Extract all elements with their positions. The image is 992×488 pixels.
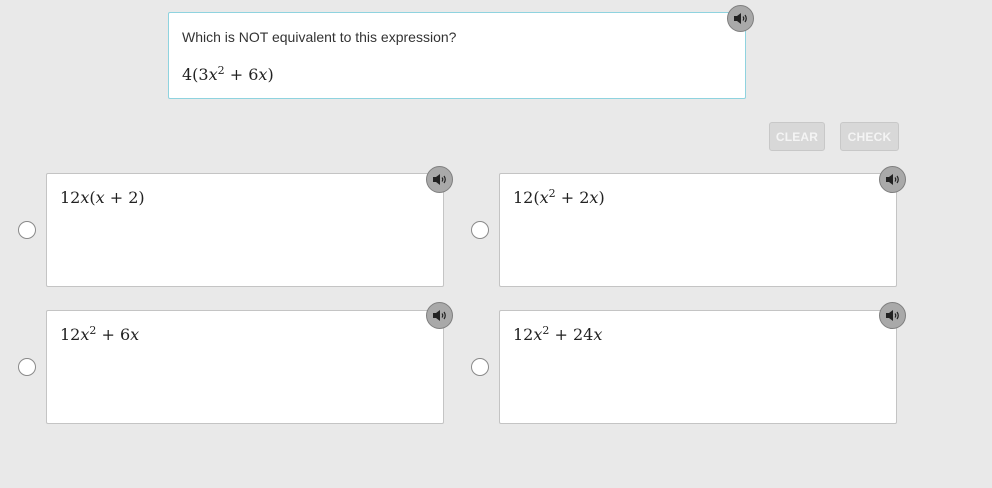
clear-button[interactable]: CLEAR: [769, 122, 825, 151]
speaker-icon: [734, 13, 747, 24]
option-expression-4: 12x2 + 24x: [513, 324, 603, 344]
option-audio-button-4[interactable]: [879, 302, 906, 329]
question-audio-button[interactable]: [727, 5, 754, 32]
option-audio-button-2[interactable]: [879, 166, 906, 193]
option-expression-3: 12x2 + 6x: [60, 324, 140, 344]
option-card-3[interactable]: 12x2 + 6x: [46, 310, 444, 424]
option-expression-2: 12(x2 + 2x): [513, 187, 605, 207]
speaker-icon: [886, 310, 899, 321]
option-radio-3[interactable]: [18, 358, 36, 376]
option-card-1[interactable]: 12x(x + 2): [46, 173, 444, 287]
option-radio-1[interactable]: [18, 221, 36, 239]
option-audio-button-1[interactable]: [426, 166, 453, 193]
question-expression: 4(3x2 + 6x): [182, 64, 274, 84]
option-card-4[interactable]: 12x2 + 24x: [499, 310, 897, 424]
check-button[interactable]: CHECK: [840, 122, 899, 151]
speaker-icon: [433, 174, 446, 185]
option-card-2[interactable]: 12(x2 + 2x): [499, 173, 897, 287]
question-prompt: Which is NOT equivalent to this expressi…: [182, 29, 457, 45]
speaker-icon: [886, 174, 899, 185]
option-radio-2[interactable]: [471, 221, 489, 239]
question-card: Which is NOT equivalent to this expressi…: [168, 12, 746, 99]
option-expression-1: 12x(x + 2): [60, 188, 145, 207]
option-audio-button-3[interactable]: [426, 302, 453, 329]
speaker-icon: [433, 310, 446, 321]
option-radio-4[interactable]: [471, 358, 489, 376]
